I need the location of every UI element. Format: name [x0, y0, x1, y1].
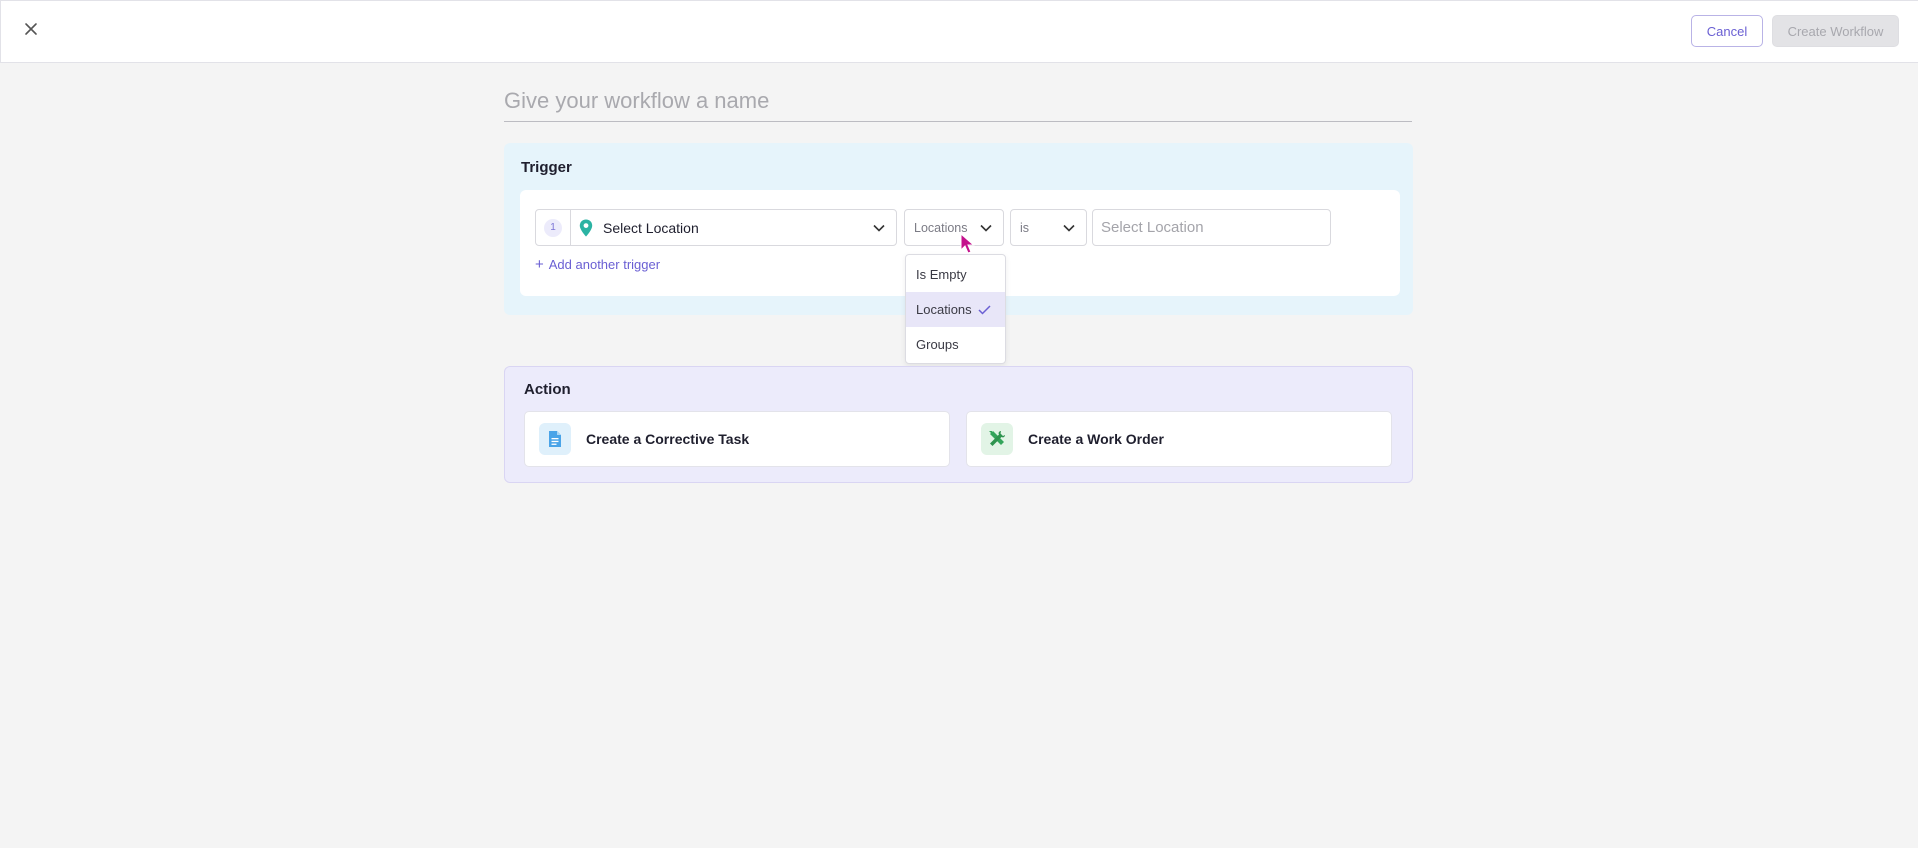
- trigger-value-placeholder: Select Location: [1101, 219, 1204, 236]
- trigger-type-dropdown: Is Empty Locations Groups: [905, 254, 1006, 364]
- create-work-order-card[interactable]: Create a Work Order: [966, 411, 1392, 467]
- corrective-task-label: Create a Corrective Task: [586, 431, 750, 447]
- dropdown-option-locations[interactable]: Locations: [906, 292, 1005, 327]
- work-order-label: Create a Work Order: [1028, 431, 1164, 447]
- top-bar: Cancel Create Workflow: [0, 0, 1920, 63]
- trigger-location-label: Select Location: [603, 219, 699, 236]
- dropdown-option-is-empty[interactable]: Is Empty: [906, 257, 1005, 292]
- trigger-title: Trigger: [521, 159, 572, 176]
- chevron-down-icon: [979, 221, 993, 235]
- trigger-operator-value: is: [1020, 220, 1030, 235]
- trigger-step-number: 1: [536, 210, 571, 245]
- trigger-type-value: Locations: [914, 220, 968, 235]
- dropdown-option-groups[interactable]: Groups: [906, 327, 1005, 362]
- tools-icon: [981, 423, 1013, 455]
- chevron-down-icon: [1062, 221, 1076, 235]
- trigger-value-select[interactable]: Select Location: [1092, 209, 1331, 246]
- location-pin-icon: [579, 219, 595, 237]
- action-panel: Action Create a Corrective Task Create a…: [504, 366, 1413, 483]
- cancel-button[interactable]: Cancel: [1691, 15, 1763, 47]
- create-workflow-button[interactable]: Create Workflow: [1772, 15, 1899, 47]
- add-trigger-button[interactable]: + Add another trigger: [535, 257, 660, 272]
- chevron-down-icon: [872, 221, 886, 235]
- workflow-name-input[interactable]: [504, 80, 1412, 122]
- check-icon: [978, 304, 991, 315]
- create-corrective-task-card[interactable]: Create a Corrective Task: [524, 411, 950, 467]
- plus-icon: +: [535, 256, 544, 273]
- trigger-type-select[interactable]: Locations: [904, 209, 1004, 246]
- action-title: Action: [524, 381, 571, 398]
- document-icon: [539, 423, 571, 455]
- trigger-location-select[interactable]: 1 Select Location: [535, 209, 897, 246]
- close-icon[interactable]: [19, 17, 43, 41]
- trigger-operator-select[interactable]: is: [1010, 209, 1087, 246]
- add-trigger-label: Add another trigger: [548, 257, 661, 272]
